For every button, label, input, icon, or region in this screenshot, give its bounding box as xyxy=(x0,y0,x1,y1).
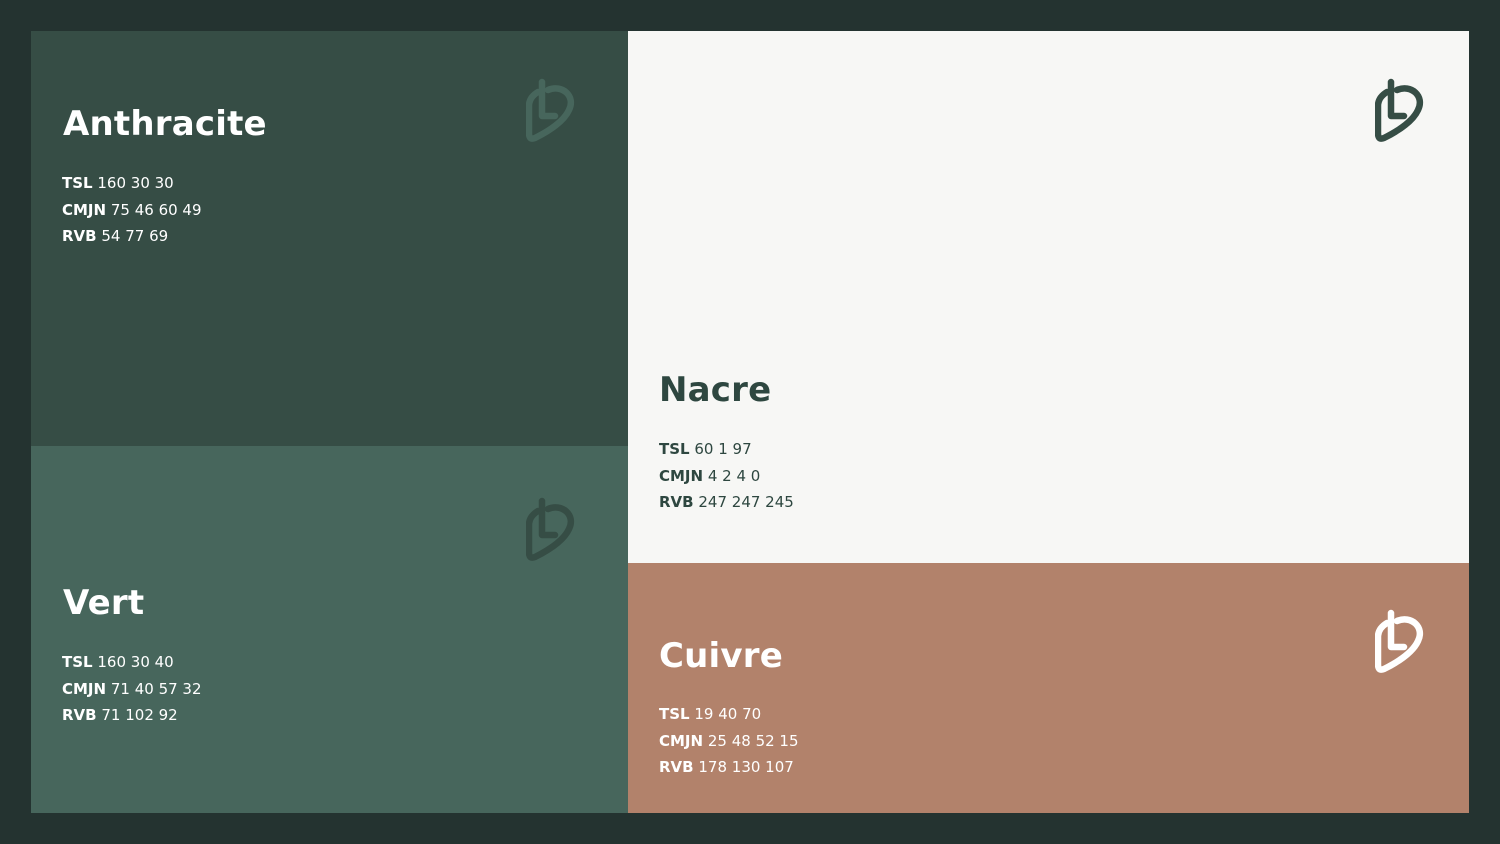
spec-cmjn: CMJN 71 40 57 32 xyxy=(62,679,202,698)
swatch-anthracite: Anthracite TSL 160 30 30 CMJN 75 46 60 4… xyxy=(31,31,628,446)
leaf-l-logo-icon xyxy=(526,78,576,144)
palette-board: Anthracite TSL 160 30 30 CMJN 75 46 60 4… xyxy=(31,31,1469,813)
swatch-title: Cuivre xyxy=(659,636,784,676)
spec-rvb: RVB 54 77 69 xyxy=(62,227,169,245)
spec-cmjn: CMJN 75 46 60 49 xyxy=(62,200,202,219)
spec-tsl: TSL 160 30 40 xyxy=(62,653,174,671)
swatch-title: Nacre xyxy=(659,370,772,410)
spec-cmjn: CMJN 25 48 52 15 xyxy=(659,731,799,750)
swatch-title: Vert xyxy=(63,583,145,623)
leaf-l-logo-icon xyxy=(1375,609,1425,675)
swatch-vert: Vert TSL 160 30 40 CMJN 71 40 57 32 RVB … xyxy=(31,446,628,813)
spec-tsl: TSL 160 30 30 xyxy=(62,174,174,192)
swatch-cuivre: Cuivre TSL 19 40 70 CMJN 25 48 52 15 RVB… xyxy=(628,563,1469,813)
swatch-nacre: Nacre TSL 60 1 97 CMJN 4 2 4 0 RVB 247 2… xyxy=(628,31,1469,563)
spec-rvb: RVB 71 102 92 xyxy=(62,706,178,724)
swatch-specs: TSL 160 30 40 CMJN 71 40 57 32 RVB 71 10… xyxy=(62,649,202,729)
spec-rvb: RVB 178 130 107 xyxy=(659,758,794,776)
swatch-specs: TSL 160 30 30 CMJN 75 46 60 49 RVB 54 77… xyxy=(62,170,202,250)
leaf-l-logo-icon xyxy=(1375,78,1425,144)
spec-cmjn: CMJN 4 2 4 0 xyxy=(659,466,761,485)
swatch-specs: TSL 60 1 97 CMJN 4 2 4 0 RVB 247 247 245 xyxy=(659,436,794,516)
swatch-specs: TSL 19 40 70 CMJN 25 48 52 15 RVB 178 13… xyxy=(659,701,799,781)
spec-rvb: RVB 247 247 245 xyxy=(659,493,794,511)
leaf-l-logo-icon xyxy=(526,497,576,563)
spec-tsl: TSL 60 1 97 xyxy=(659,440,752,458)
spec-tsl: TSL 19 40 70 xyxy=(659,705,762,723)
swatch-title: Anthracite xyxy=(63,104,267,144)
